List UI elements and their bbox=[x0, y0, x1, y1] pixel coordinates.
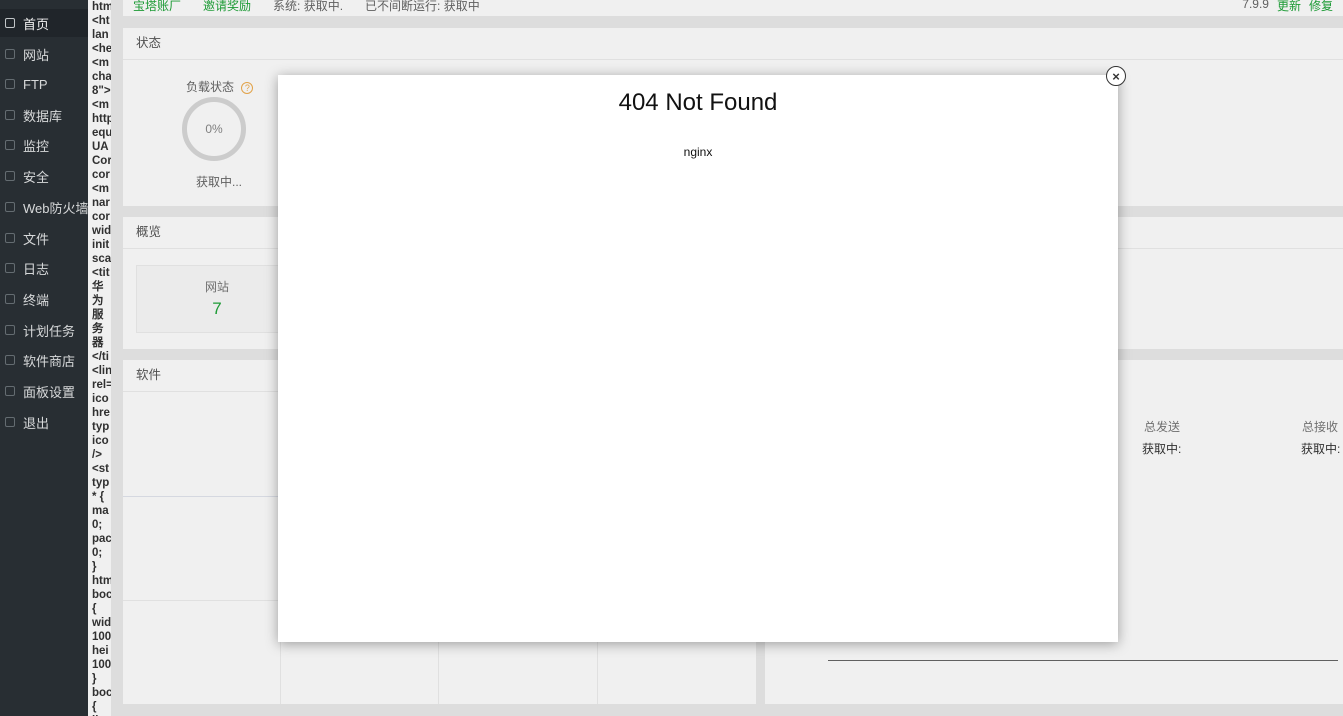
error-heading: 404 Not Found bbox=[618, 89, 778, 116]
server-name: nginx bbox=[683, 145, 713, 159]
close-icon[interactable]: × bbox=[1106, 66, 1126, 86]
error-modal: 404 Not Found nginx bbox=[278, 75, 1118, 642]
